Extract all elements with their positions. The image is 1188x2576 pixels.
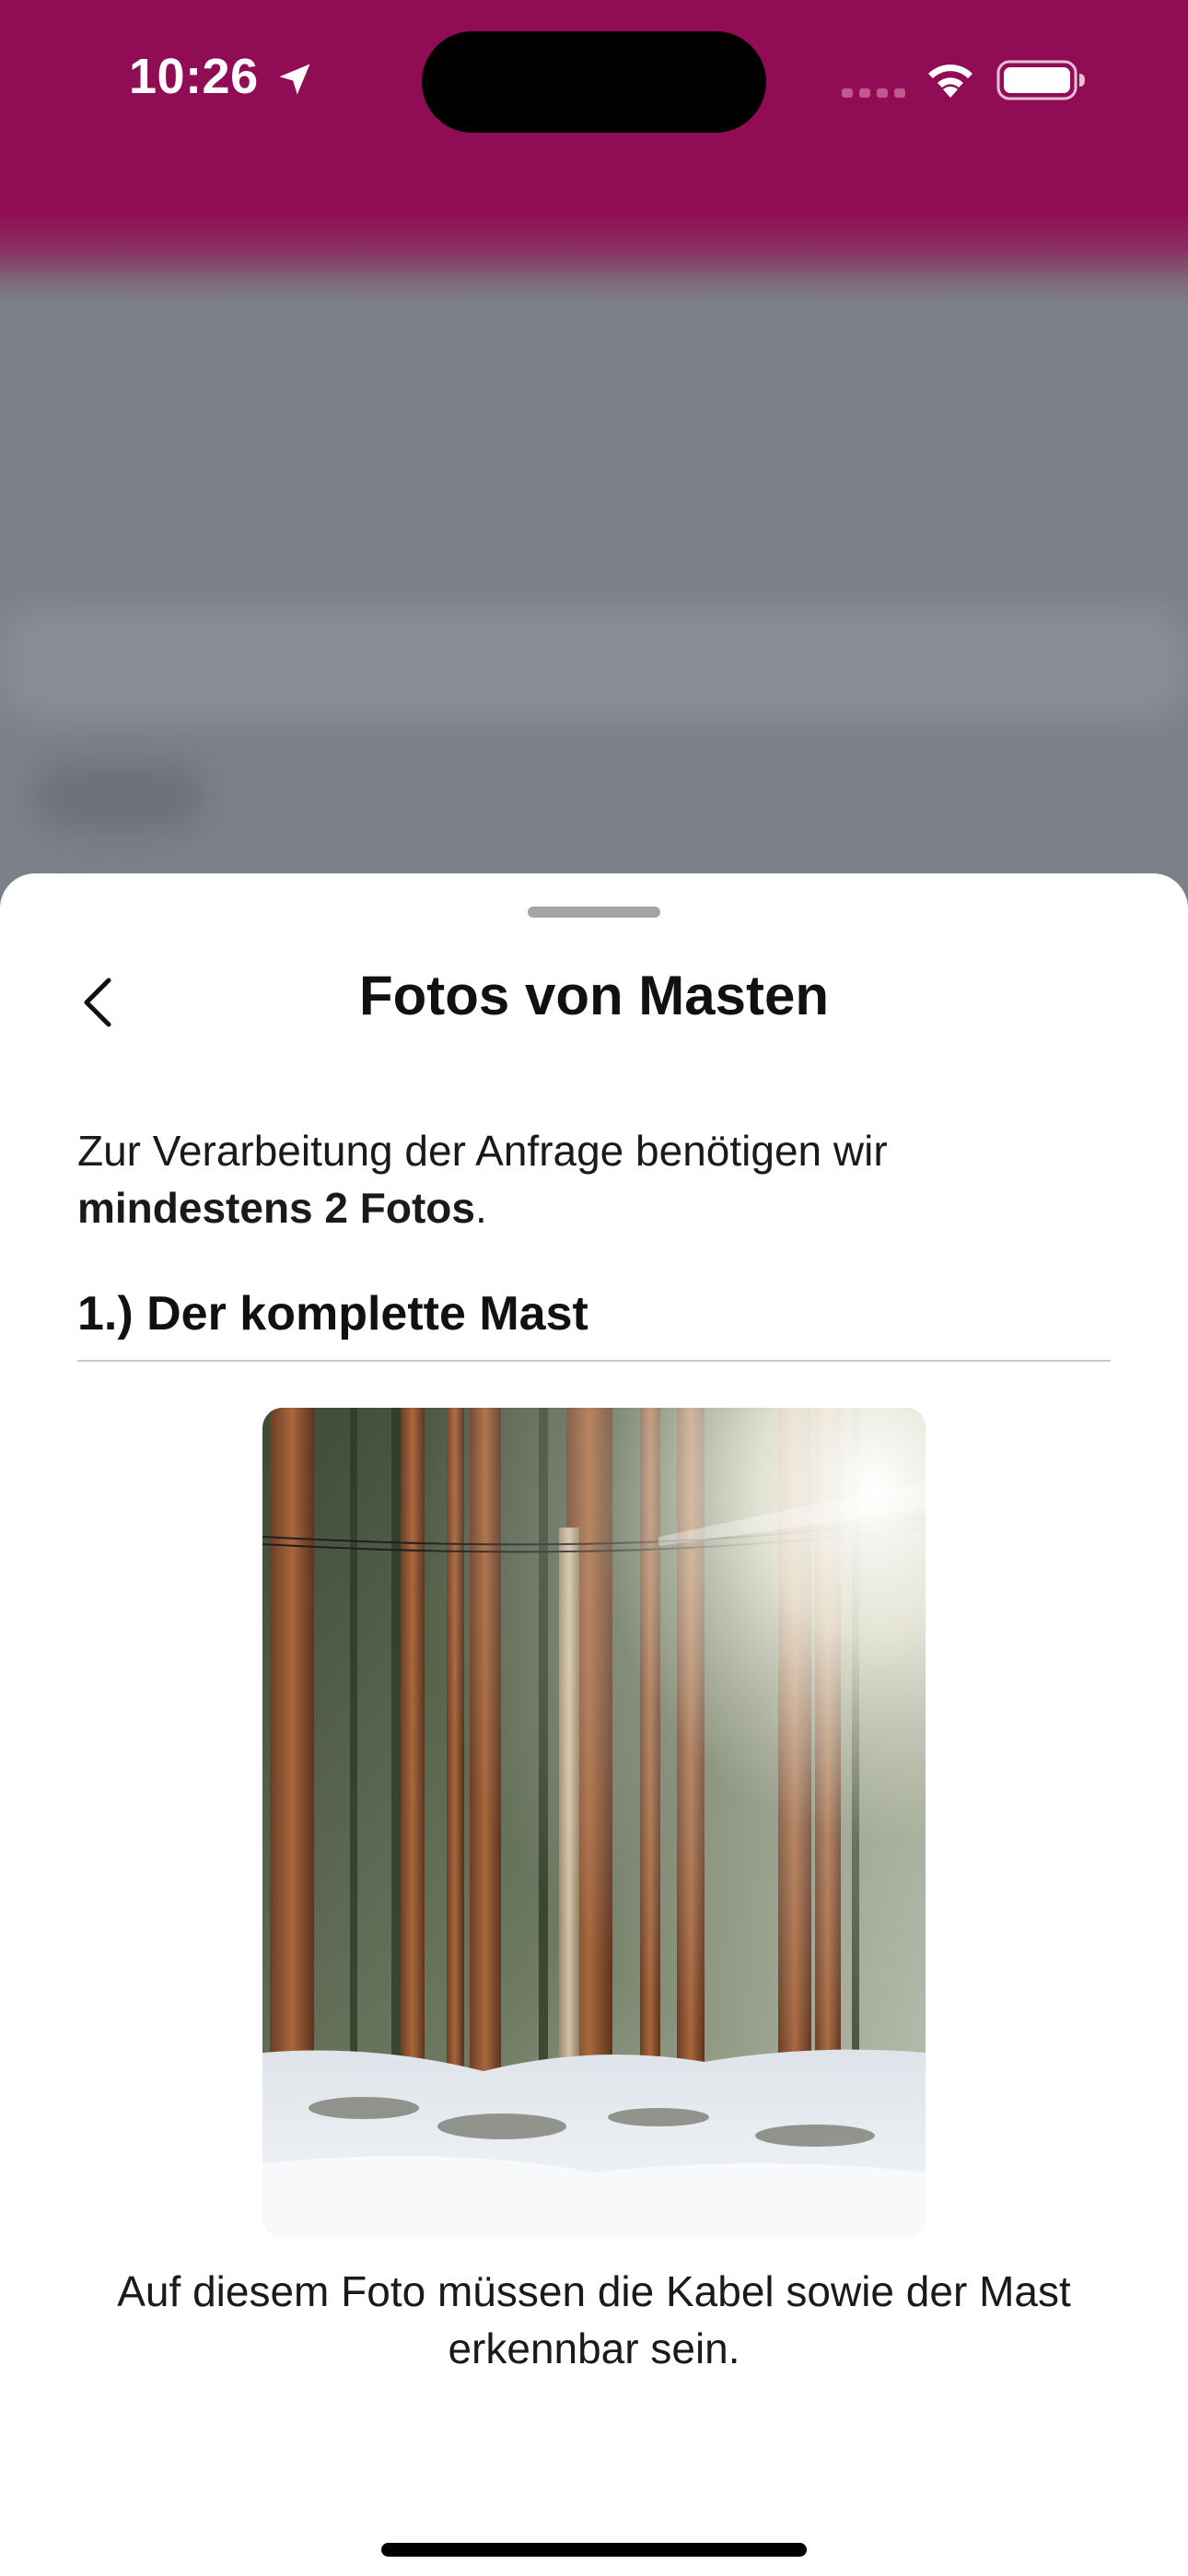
cellular-signal-icon — [842, 88, 905, 98]
bottom-sheet: Fotos von Masten Zur Verarbeitung der An… — [0, 873, 1188, 2576]
home-indicator[interactable] — [381, 2543, 807, 2557]
sheet-grabber[interactable] — [528, 907, 660, 918]
chevron-left-icon — [84, 978, 111, 1027]
intro-text: Zur Verarbeitung der Anfrage benötigen w… — [77, 1122, 1109, 1236]
blurred-toolbar — [0, 608, 1188, 719]
intro-text-end: . — [474, 1184, 487, 1232]
blurred-label — [37, 765, 203, 829]
wifi-icon — [928, 64, 973, 98]
example-photo — [262, 1408, 926, 2237]
section-heading: 1.) Der komplette Mast — [77, 1287, 588, 1341]
status-bar: 10:26 — [0, 0, 1188, 157]
sheet-title: Fotos von Masten — [358, 965, 830, 1026]
section-divider — [77, 1360, 1111, 1362]
battery-icon — [996, 60, 1085, 100]
back-button[interactable] — [61, 966, 134, 1039]
location-arrow-icon — [279, 64, 310, 95]
status-time: 10:26 — [129, 49, 259, 104]
intro-text-start: Zur Verarbeitung der Anfrage benötigen w… — [77, 1127, 888, 1175]
dynamic-island — [422, 31, 766, 133]
intro-text-bold: mindestens 2 Fotos — [77, 1184, 475, 1232]
photo-caption: Auf diesem Foto müssen die Kabel sowie d… — [117, 2267, 1071, 2372]
